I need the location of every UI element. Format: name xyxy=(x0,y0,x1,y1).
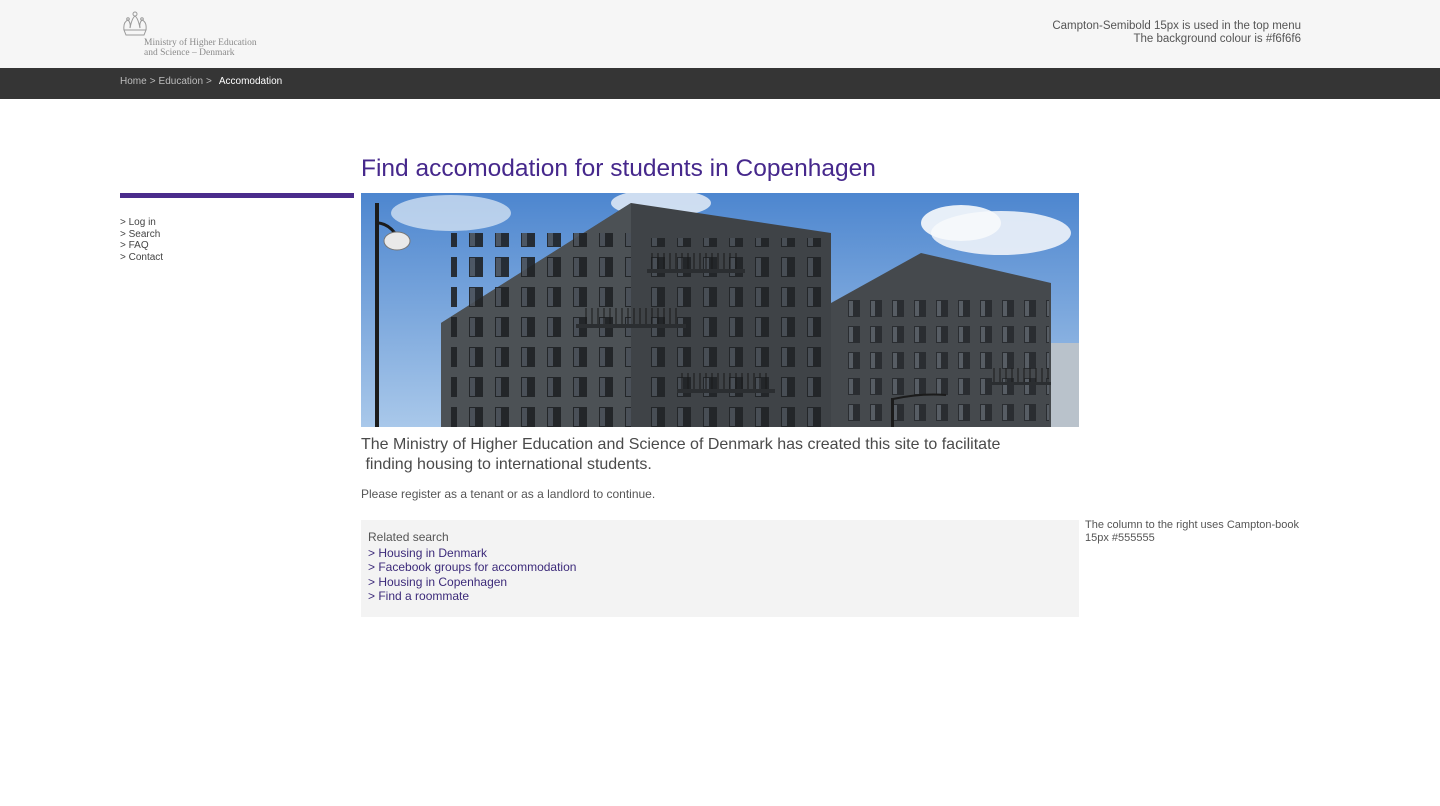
related-link-find-a-roommate[interactable]: > Find a roommate xyxy=(368,589,576,603)
related-link-housing-in-copenhagen[interactable]: > Housing in Copenhagen xyxy=(368,575,576,589)
sidebar-accent-rule xyxy=(120,193,354,198)
header-annotation-line-2: The background colour is #f6f6f6 xyxy=(1133,33,1302,45)
intro-line-1: The Ministry of Higher Education and Sci… xyxy=(361,436,1001,453)
related-search-links: > Housing in Denmark > Facebook groups f… xyxy=(368,546,576,604)
ministry-logo-text: Ministry of Higher Education and Science… xyxy=(144,38,257,58)
page-title: Find accomodation for students in Copenh… xyxy=(361,155,876,182)
intro-line-2: finding housing to international student… xyxy=(361,455,652,473)
sidebar-item-faq[interactable]: > FAQ xyxy=(120,240,163,252)
breadcrumb: Home > Education > Accomodation xyxy=(120,76,282,87)
register-note: Please register as a tenant or as a land… xyxy=(361,487,656,501)
related-search-title: Related search xyxy=(368,530,449,544)
breadcrumb-bar: Home > Education > Accomodation xyxy=(0,68,1440,99)
sidebar-item-search[interactable]: > Search xyxy=(120,229,163,241)
apartment-building-illustration xyxy=(361,193,1079,427)
header-annotation-line-1: Campton-Semibold 15px is used in the top… xyxy=(1052,20,1301,32)
sidebar-item-log-in[interactable]: > Log in xyxy=(120,217,163,229)
sidebar-item-contact[interactable]: > Contact xyxy=(120,252,163,264)
related-search-box: Related search > Housing in Denmark > Fa… xyxy=(361,520,1079,617)
crown-icon xyxy=(123,11,147,36)
breadcrumb-current: Accomodation xyxy=(218,76,283,87)
breadcrumb-separator: > xyxy=(149,76,156,87)
ministry-logo[interactable]: Ministry of Higher Education and Science… xyxy=(120,10,270,60)
right-column-annotation: The column to the right uses Campton-boo… xyxy=(1085,519,1300,544)
site-header: Ministry of Higher Education and Science… xyxy=(0,0,1440,68)
breadcrumb-education[interactable]: Education xyxy=(159,76,203,87)
header-annotation: Campton-Semibold 15px is used in the top… xyxy=(1052,20,1301,46)
logo-line-1: Ministry of Higher Education xyxy=(144,38,257,48)
breadcrumb-home[interactable]: Home xyxy=(120,76,147,87)
hero-image xyxy=(361,193,1079,427)
sidebar-nav: > Log in > Search > FAQ > Contact xyxy=(120,217,163,264)
related-link-housing-in-denmark[interactable]: > Housing in Denmark xyxy=(368,546,576,560)
related-link-facebook-groups[interactable]: > Facebook groups for accommodation xyxy=(368,560,576,574)
logo-line-2: and Science – Denmark xyxy=(144,48,235,58)
intro-text: The Ministry of Higher Education and Sci… xyxy=(361,435,1041,474)
breadcrumb-separator: > xyxy=(206,76,212,87)
